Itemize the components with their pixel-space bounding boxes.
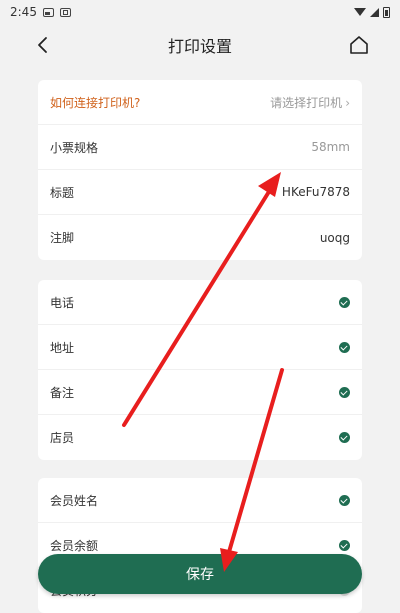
page-title: 打印设置 — [167, 37, 232, 56]
image-notification-icon — [42, 7, 54, 17]
home-button[interactable] — [348, 34, 370, 56]
clerk-row[interactable]: 店员 — [38, 415, 362, 460]
save-button[interactable]: 保存 — [38, 554, 362, 594]
check-circle-icon[interactable] — [339, 296, 350, 308]
nav-bar: 打印设置 — [0, 24, 400, 66]
connect-printer-label: 如何连接打印机? — [50, 95, 141, 110]
select-printer-value: 请选择打印机 › — [270, 94, 350, 111]
check-circle-icon[interactable] — [339, 539, 350, 551]
back-button[interactable] — [32, 34, 54, 56]
phone-row[interactable]: 电话 — [38, 280, 362, 325]
clerk-label: 店员 — [50, 431, 75, 445]
home-icon — [350, 36, 368, 54]
receipt-size-row[interactable]: 小票规格 58mm — [38, 125, 362, 170]
status-time: 2:45 — [10, 5, 37, 19]
select-printer-text: 请选择打印机 — [270, 95, 343, 110]
status-left: 2:45 — [10, 5, 71, 19]
footer-label: 注脚 — [50, 231, 75, 245]
title-label: 标题 — [50, 185, 75, 200]
phone-label: 电话 — [50, 295, 75, 310]
check-circle-icon[interactable] — [339, 432, 350, 443]
check-circle-icon[interactable] — [339, 341, 350, 353]
app-notification-icon — [59, 7, 71, 17]
signal-icon — [370, 7, 379, 17]
member-name-row[interactable]: 会员姓名 — [38, 478, 362, 523]
battery-icon — [383, 6, 390, 18]
wifi-icon — [354, 8, 366, 16]
address-label: 地址 — [50, 340, 75, 355]
footer-value: uoqg — [319, 230, 350, 245]
remark-label: 备注 — [50, 385, 75, 400]
remark-row[interactable]: 备注 — [38, 370, 362, 415]
check-circle-icon[interactable] — [339, 386, 350, 398]
connect-printer-row[interactable]: 如何连接打印机? 请选择打印机 › — [38, 80, 362, 125]
check-circle-icon[interactable] — [339, 494, 350, 506]
chevron-right-icon: › — [345, 95, 350, 110]
member-balance-label: 会员余额 — [50, 538, 99, 553]
status-right — [354, 6, 390, 18]
footer-row[interactable]: 注脚 uoqg — [38, 215, 362, 260]
title-row[interactable]: 标题 HKeFu7878 — [38, 170, 362, 215]
member-name-label: 会员姓名 — [50, 493, 99, 508]
receipt-size-value: 58mm — [311, 140, 350, 154]
address-row[interactable]: 地址 — [38, 325, 362, 370]
back-arrow-icon — [38, 37, 47, 53]
printer-settings-card: 如何连接打印机? 请选择打印机 › 小票规格 58mm 标题 HKeFu7878 … — [38, 80, 362, 260]
store-info-card: 电话 地址 备注 店员 — [38, 280, 362, 460]
status-bar: 2:45 — [0, 0, 400, 24]
title-value: HKeFu7878 — [281, 185, 350, 199]
receipt-size-label: 小票规格 — [50, 140, 99, 155]
